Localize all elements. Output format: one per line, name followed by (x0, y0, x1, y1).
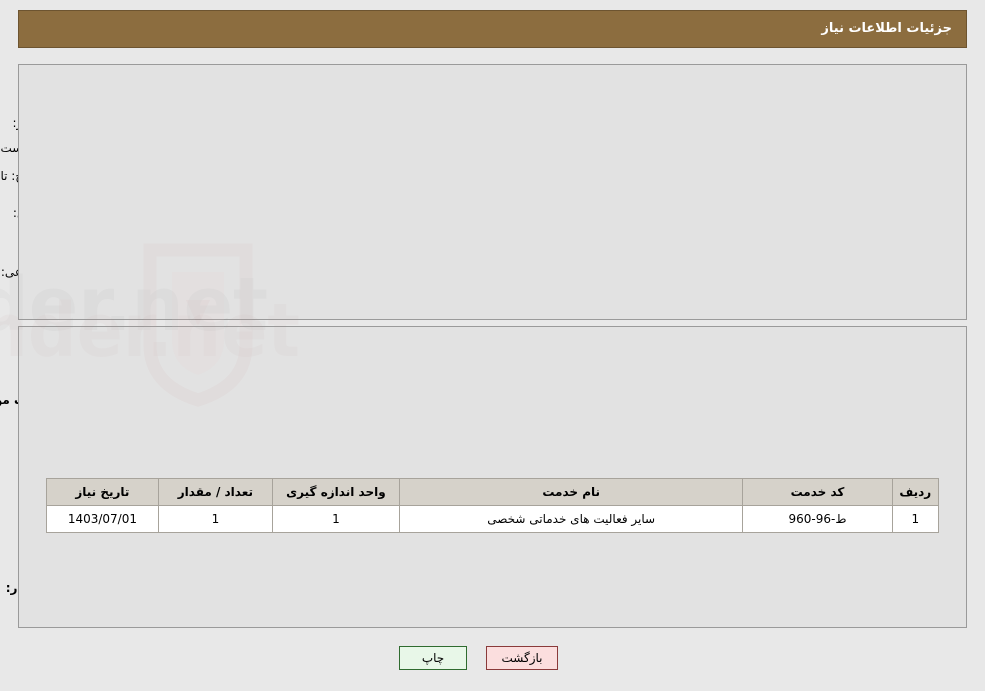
column-header-row: ردیف (891, 478, 940, 506)
page-header-bar: جزئیات اطلاعات نیاز (18, 10, 967, 48)
page-title: جزئیات اطلاعات نیاز (821, 21, 952, 36)
table-header-row: ردیف کد خدمت نام خدمت واحد اندازه گیری ت… (46, 478, 940, 506)
need-details-panel (18, 326, 967, 628)
cell-row-number: 1 (891, 505, 940, 533)
column-header-quantity: تعداد / مقدار (157, 478, 273, 506)
cell-need-date: 1403/07/01 (46, 505, 159, 533)
table-row: 1 ط-96-960 سایر فعالیت های خدماتی شخصی 1… (46, 505, 940, 533)
need-summary-panel (18, 64, 967, 320)
column-header-service-name: نام خدمت (398, 478, 744, 506)
cell-service-code: ط-96-960 (742, 505, 893, 533)
back-button[interactable]: بازگشت (486, 646, 558, 670)
column-header-service-code: کد خدمت (742, 478, 893, 506)
print-button[interactable]: چاپ (399, 646, 467, 670)
cell-service-name: سایر فعالیت های خدماتی شخصی (398, 505, 744, 533)
service-items-table: ردیف کد خدمت نام خدمت واحد اندازه گیری ت… (46, 478, 940, 533)
column-header-need-date: تاریخ نیاز (46, 478, 159, 506)
cell-quantity: 1 (157, 505, 273, 533)
cell-unit: 1 (271, 505, 400, 533)
column-header-unit: واحد اندازه گیری (271, 478, 400, 506)
